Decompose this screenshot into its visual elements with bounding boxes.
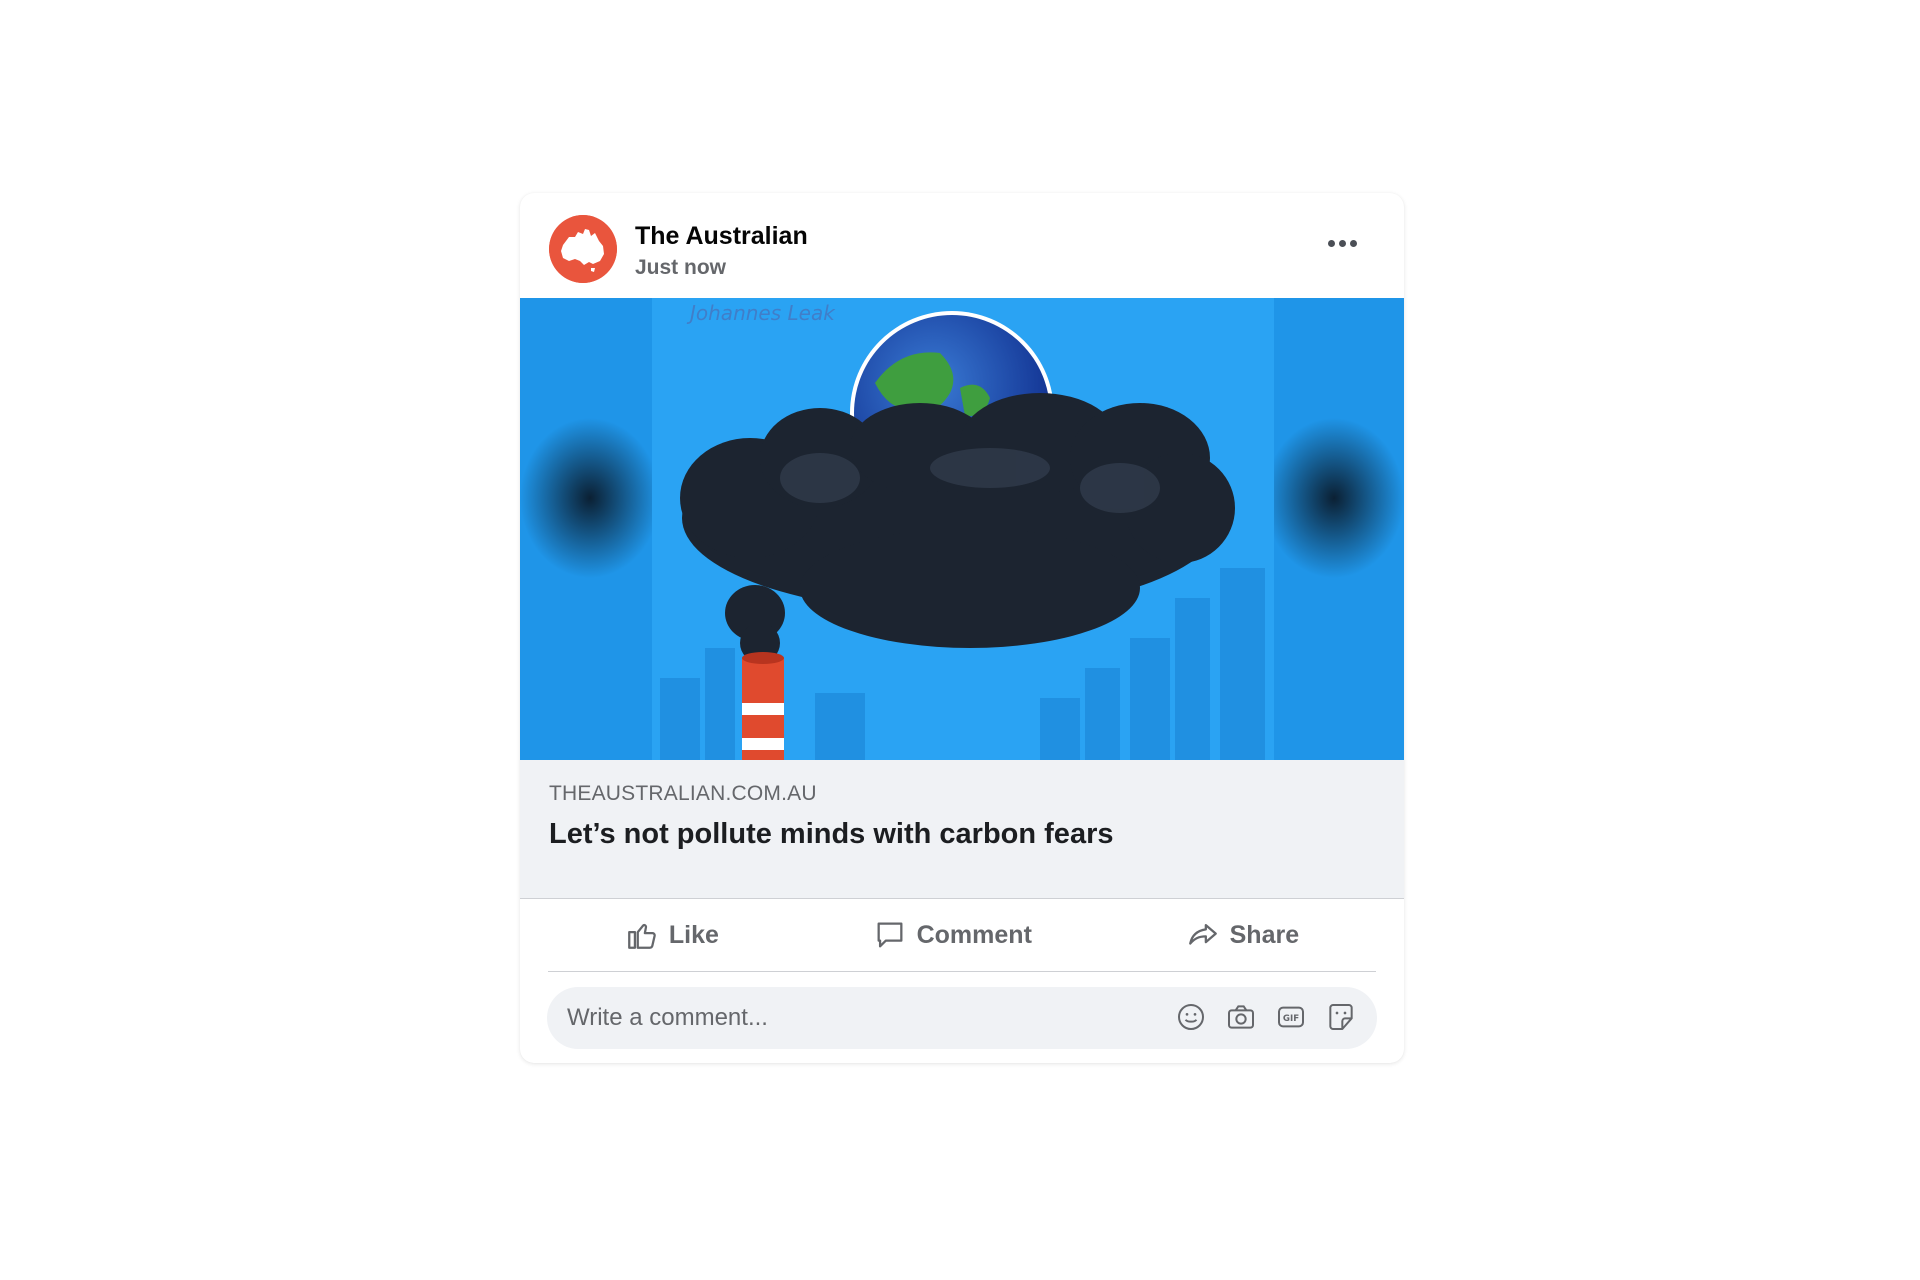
page-name[interactable]: The Australian bbox=[635, 222, 808, 251]
australia-map-icon bbox=[549, 215, 617, 283]
comment-label: Comment bbox=[916, 920, 1032, 949]
cartoon-earth-smoke-cloud-image: Johannes Leak bbox=[520, 298, 1404, 760]
post-timestamp[interactable]: Just now bbox=[635, 256, 726, 280]
comment-icons: GIF bbox=[1175, 1001, 1357, 1033]
post-image[interactable]: Johannes Leak bbox=[520, 298, 1404, 760]
artist-signature: Johannes Leak bbox=[686, 301, 836, 325]
gif-icon[interactable]: GIF bbox=[1275, 1001, 1307, 1033]
comment-button[interactable]: Comment bbox=[853, 910, 1052, 960]
like-label: Like bbox=[668, 920, 719, 949]
share-label: Share bbox=[1229, 920, 1300, 949]
share-button[interactable]: Share bbox=[1166, 910, 1319, 960]
thumbs-up-icon bbox=[627, 923, 656, 949]
page-avatar[interactable] bbox=[549, 215, 617, 283]
like-button[interactable]: Like bbox=[605, 910, 739, 960]
comment-input[interactable] bbox=[567, 987, 1127, 1049]
post-card: The Australian Just now Johannes Leak TH… bbox=[520, 193, 1404, 1063]
camera-icon[interactable] bbox=[1225, 1001, 1257, 1033]
emoji-icon[interactable] bbox=[1175, 1001, 1207, 1033]
comment-icon bbox=[877, 922, 903, 948]
post-header: The Australian Just now bbox=[520, 193, 1404, 298]
sticker-icon[interactable] bbox=[1325, 1001, 1357, 1033]
post-actions: Like Comment Share bbox=[548, 899, 1376, 972]
comment-box: GIF bbox=[547, 987, 1377, 1049]
link-preview[interactable]: THEAUSTRALIAN.COM.AU Let’s not pollute m… bbox=[520, 760, 1404, 899]
more-options-icon[interactable] bbox=[1320, 228, 1364, 258]
share-icon bbox=[1188, 923, 1217, 945]
link-domain: THEAUSTRALIAN.COM.AU bbox=[549, 782, 817, 805]
link-title[interactable]: Let’s not pollute minds with carbon fear… bbox=[549, 818, 1113, 851]
svg-text:GIF: GIF bbox=[1283, 1014, 1299, 1024]
